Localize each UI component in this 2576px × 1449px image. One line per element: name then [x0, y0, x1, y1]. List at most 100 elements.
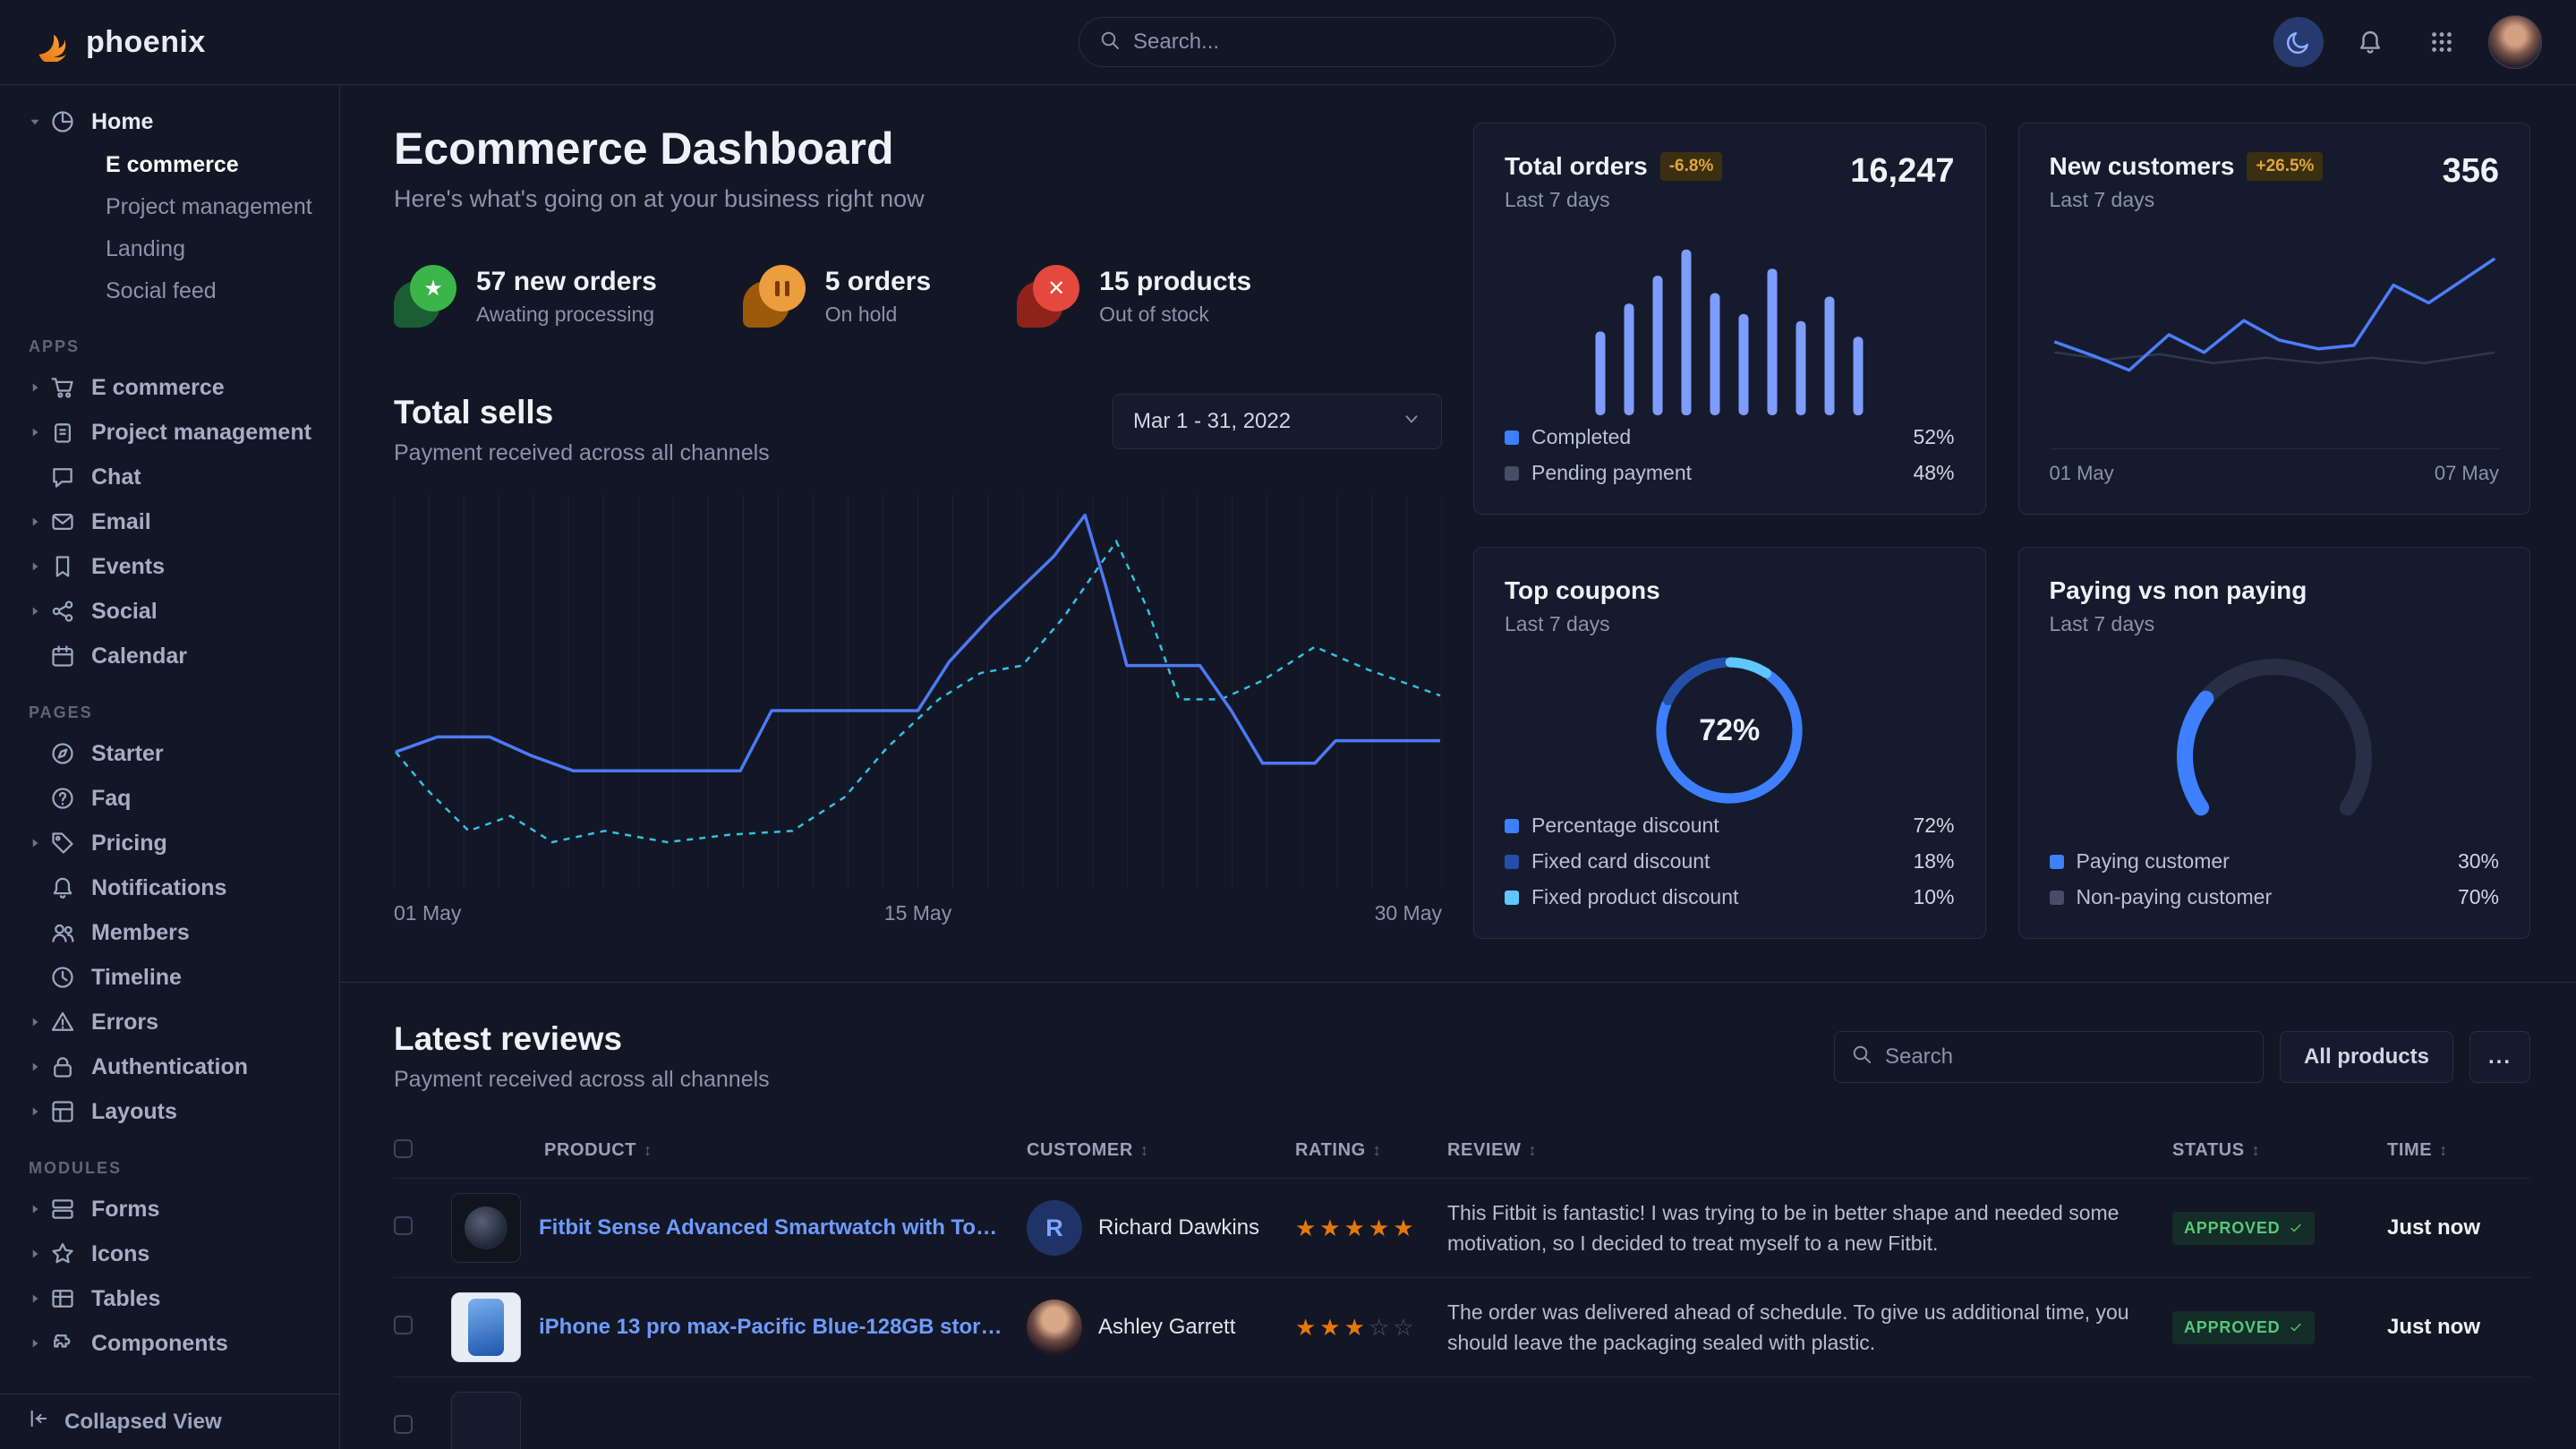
grid-icon	[50, 1099, 75, 1124]
sidebar-item-forms[interactable]: Forms	[0, 1187, 339, 1232]
coupons-legend: Percentage discount72%Fixed card discoun…	[1505, 814, 1955, 909]
orders-legend: Completed52%Pending payment48%	[1505, 425, 1955, 485]
sidebar-item-home[interactable]: Home	[0, 99, 339, 144]
sidebar-item-tables[interactable]: Tables	[0, 1276, 339, 1321]
sidebar-item-authentication[interactable]: Authentication	[0, 1044, 339, 1089]
column-header-status[interactable]: STATUS↕	[2172, 1140, 2387, 1161]
collapse-icon	[27, 1407, 50, 1436]
sidebar-item-starter[interactable]: Starter	[0, 731, 339, 776]
legend-item: Paying customer30%	[2050, 849, 2500, 874]
sidebar-item-notifications[interactable]: Notifications	[0, 865, 339, 910]
topbar-search-input[interactable]	[1133, 30, 1595, 55]
legend-value: 52%	[1913, 425, 1954, 449]
orders-bar-chart	[1586, 232, 1872, 415]
legend-swatch	[2050, 855, 2064, 869]
sidebar-item-components[interactable]: Components	[0, 1321, 339, 1366]
caret-icon	[27, 1335, 43, 1351]
sidebar-item-label: Starter	[91, 741, 164, 767]
sidebar-item-calendar[interactable]: Calendar	[0, 634, 339, 678]
legend-item: Completed52%	[1505, 425, 1955, 449]
column-header-rating[interactable]: RATING↕	[1295, 1140, 1447, 1161]
sidebar-item-email[interactable]: Email	[0, 499, 339, 544]
review-time: Just now	[2387, 1215, 2530, 1240]
users-icon	[50, 920, 75, 945]
date-range-value: Mar 1 - 31, 2022	[1133, 409, 1291, 434]
dots-icon	[2428, 29, 2455, 55]
collapsed-view-label: Collapsed View	[64, 1410, 222, 1435]
column-header-customer[interactable]: CUSTOMER↕	[1027, 1140, 1295, 1161]
caret-icon	[27, 603, 43, 619]
sidebar-subitem-landing[interactable]: Landing	[0, 228, 339, 270]
sidebar-item-project-management[interactable]: Project management	[0, 410, 339, 455]
select-all-checkbox[interactable]	[394, 1139, 413, 1158]
sidebar-item-label: E commerce	[91, 375, 225, 401]
legend-swatch	[1505, 430, 1519, 445]
product-link[interactable]: Fitbit Sense Advanced Smartwatch with To…	[539, 1215, 1004, 1240]
sidebar-item-timeline[interactable]: Timeline	[0, 955, 339, 1000]
lock-icon	[50, 1054, 75, 1079]
row-checkbox[interactable]	[394, 1316, 413, 1334]
user-avatar[interactable]	[2488, 15, 2542, 69]
x-axis-label: 30 May	[1375, 901, 1442, 925]
reviews-search-input[interactable]	[1885, 1044, 2247, 1070]
more-options-button[interactable]: ...	[2469, 1031, 2530, 1083]
card-value: 356	[2443, 152, 2499, 191]
collapsed-view-toggle[interactable]: Collapsed View	[0, 1394, 339, 1449]
sidebar-item-label: Events	[91, 554, 165, 580]
apps-grid-button[interactable]	[2417, 17, 2467, 67]
status-label: APPROVED	[2184, 1318, 2280, 1337]
chevron-right-icon	[27, 1291, 50, 1307]
sidebar-item-layouts[interactable]: Layouts	[0, 1089, 339, 1134]
sidebar-item-social[interactable]: Social	[0, 589, 339, 634]
sidebar-item-errors[interactable]: Errors	[0, 1000, 339, 1044]
stat-on-hold: 5 ordersOn hold	[743, 265, 931, 328]
chevron-down-icon	[1402, 409, 1421, 435]
notifications-button[interactable]	[2345, 17, 2395, 67]
search-icon	[1099, 30, 1121, 51]
caret-icon	[27, 835, 43, 851]
sidebar-item-label: Timeline	[91, 965, 182, 991]
legend-label: Fixed product discount	[1531, 885, 1738, 909]
row-checkbox[interactable]	[394, 1415, 413, 1434]
legend-value: 18%	[1913, 849, 1954, 874]
caret-icon	[27, 1059, 43, 1075]
sidebar-item-events[interactable]: Events	[0, 544, 339, 589]
sidebar-item-pricing[interactable]: Pricing	[0, 821, 339, 865]
card-period: Last 7 days	[1505, 612, 1660, 636]
legend-value: 10%	[1913, 885, 1954, 909]
sidebar-item-label: Components	[91, 1331, 228, 1357]
sidebar-subitem-project-management[interactable]: Project management	[0, 186, 339, 228]
sidebar-item-chat[interactable]: Chat	[0, 455, 339, 499]
column-header-label: TIME	[2387, 1140, 2432, 1161]
product-link[interactable]: iPhone 13 pro max-Pacific Blue-128GB sto…	[539, 1315, 1004, 1340]
sidebar-item-label: Chat	[91, 465, 141, 490]
sidebar-item-label: Errors	[91, 1010, 158, 1036]
new-customers-card: New customers +26.5% Last 7 days 356 01 …	[2018, 123, 2531, 515]
sort-icon: ↕	[2439, 1141, 2448, 1160]
x-axis-label: 01 May	[2050, 462, 2114, 485]
row-checkbox[interactable]	[394, 1216, 413, 1235]
donut-center-label: 72%	[1637, 651, 1821, 810]
caret-icon	[27, 1104, 43, 1120]
mail-icon	[50, 509, 75, 534]
sidebar-item-faq[interactable]: Faq	[0, 776, 339, 821]
column-header-label: PRODUCT	[544, 1140, 636, 1161]
column-header-time[interactable]: TIME ↕	[2387, 1140, 2530, 1161]
sidebar-item-icons[interactable]: Icons	[0, 1232, 339, 1276]
legend-value: 48%	[1913, 461, 1954, 485]
check-icon	[2289, 1320, 2303, 1334]
all-products-button[interactable]: All products	[2280, 1031, 2453, 1083]
brand[interactable]: phoenix	[34, 22, 206, 62]
sidebar-item-e-commerce[interactable]: E commerce	[0, 365, 339, 410]
legend-value: 30%	[2458, 849, 2499, 874]
sidebar-item-members[interactable]: Members	[0, 910, 339, 955]
legend-value: 70%	[2458, 885, 2499, 909]
theme-toggle-button[interactable]	[2273, 17, 2324, 67]
date-range-select[interactable]: Mar 1 - 31, 2022	[1113, 394, 1442, 449]
column-header-product[interactable]: PRODUCT↕	[451, 1140, 1027, 1161]
star-badge-icon: ★	[394, 265, 456, 328]
column-header-review[interactable]: REVIEW↕	[1447, 1140, 2172, 1161]
sidebar-subitem-e-commerce[interactable]: E commerce	[0, 144, 339, 186]
dashboard-top: Ecommerce Dashboard Here's what's going …	[394, 123, 2530, 939]
sidebar-subitem-social-feed[interactable]: Social feed	[0, 270, 339, 312]
